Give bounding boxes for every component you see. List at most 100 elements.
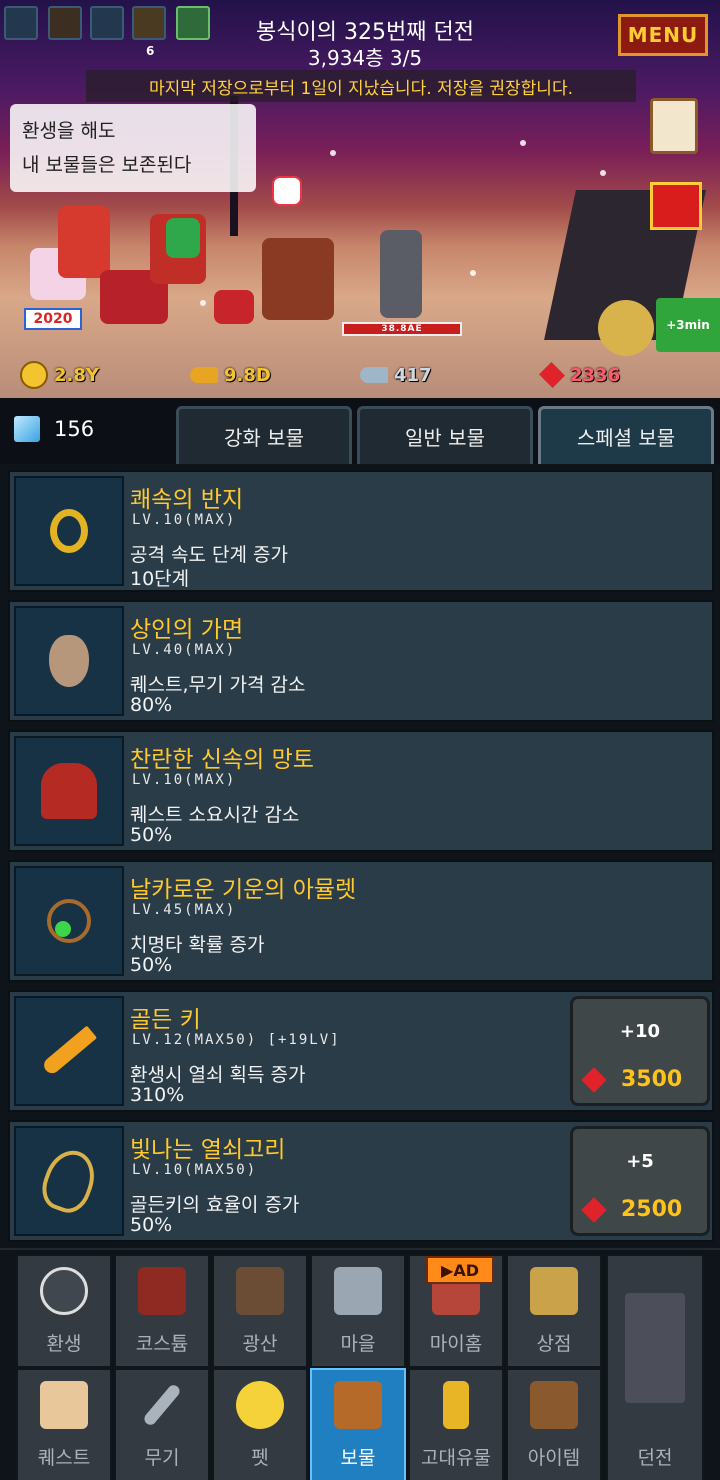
nav-label: 퀘스트 [37,1447,91,1469]
nav-shop[interactable]: 상점 [506,1254,602,1368]
ruby-icon [538,361,566,389]
nav-label: 던전 [637,1447,673,1469]
time-bonus-button[interactable]: +3min [656,298,720,352]
nav-treasure[interactable]: 보물 [310,1368,406,1480]
ruby-currency: 2336 [538,360,621,390]
offline-reward-icon[interactable] [598,300,654,356]
nav-village[interactable]: 마을 [310,1254,406,1368]
treasure-level: LV.12(MAX50) [+19LV] [132,1032,341,1048]
nav-label: 고대유물 [421,1447,491,1469]
treasure-effect: 치명타 확률 증가 [130,934,265,956]
treasure-level: LV.10(MAX50) [132,1162,258,1178]
upgrade-cost-value: 3500 [621,1067,683,1092]
treasure-list: 쾌속의 반지 LV.10(MAX) 공격 속도 단계 증가 10단계 상인의 가… [0,464,720,1248]
boot-icon[interactable] [90,6,124,40]
upgrade-cost-value: 2500 [621,1197,683,1222]
menu-button[interactable]: MENU [618,14,708,56]
scroll-icon[interactable] [48,6,82,40]
dungeon-tower-icon [625,1293,685,1403]
silver-key-amount: 417 [394,364,432,386]
treasure-card[interactable]: 골든 키 LV.12(MAX50) [+19LV] 환생시 열쇠 획득 증가 3… [8,990,714,1112]
treasure-value: 10단계 [130,568,190,590]
weapon-bundle-icon[interactable] [132,6,166,40]
nav-label: 펫 [251,1447,269,1469]
sword-icon [141,1382,183,1428]
parrot-pet-icon [214,290,254,324]
nav-weapon[interactable]: 무기 [114,1368,210,1480]
nav-ancient-relic[interactable]: 고대유물 [408,1368,504,1480]
chick-icon [236,1381,284,1429]
ruby-amount: 2336 [570,364,621,386]
gold-key-currency: 9.8D [190,360,271,390]
nav-rebirth[interactable]: 환생 [16,1254,112,1368]
gold-coin-icon [20,361,48,389]
reindeer-hero-icon [262,238,334,320]
nav-label: 아이템 [527,1447,581,1469]
crossed-swords-icon[interactable] [4,6,38,40]
nav-quest[interactable]: 퀘스트 [16,1368,112,1480]
upgrade-amount: +10 [619,1021,661,1042]
treasure-value: 310% [130,1084,185,1106]
nav-mine[interactable]: 광산 [212,1254,308,1368]
frog-pet-icon [166,218,200,258]
year-badge: 2020 [24,308,82,330]
keyring-icon [35,1143,103,1219]
upgrade-button[interactable]: +5 2500 [570,1126,710,1236]
treasure-level: LV.40(MAX) [132,642,237,658]
amulet-icon [47,899,91,943]
treasure-card[interactable]: 빛나는 열쇠고리 LV.10(MAX50) 골든키의 효율이 증가 50% +5… [8,1120,714,1242]
speech-bubble: 환생을 해도 내 보물들은 보존된다 [10,104,256,192]
treasure-card[interactable]: 찬란한 신속의 망토 LV.10(MAX) 퀘스트 소요시간 감소 50% [8,730,714,852]
treasure-card[interactable]: 날카로운 기운의 아뮬렛 LV.45(MAX) 치명타 확률 증가 50% [8,860,714,982]
tab-special-treasure[interactable]: 스페셜 보물 [538,406,714,464]
nav-item[interactable]: 아이템 [506,1368,602,1480]
floating-gem-icon [272,176,302,206]
upgrade-cost: 3500 [581,1066,707,1093]
speech-line: 환생을 해도 [22,120,116,142]
treasure-name: 쾌속의 반지 [130,487,244,513]
treasure-thumb [14,606,124,716]
upgrade-button[interactable]: +10 3500 [570,996,710,1106]
ruby-icon [581,1066,607,1093]
nav-label: 환생 [46,1333,82,1355]
upgrade-cost: 2500 [581,1196,707,1223]
treasure-thumb [14,1126,124,1236]
gold-amount: 2.8Y [54,364,99,386]
treasure-value: 50% [130,824,173,846]
treasure-name: 찬란한 신속의 망토 [130,747,314,773]
treasure-thumb [14,866,124,976]
treasure-effect: 공격 속도 단계 증가 [130,544,288,566]
building-icon [334,1267,382,1315]
nav-pet[interactable]: 펫 [212,1368,308,1480]
ad-label: AD [453,1260,479,1280]
mask-icon [49,635,89,687]
shop-box-icon [530,1267,578,1315]
gift-box-icon[interactable] [650,182,702,230]
treasure-thumb [14,996,124,1106]
treasure-level: LV.45(MAX) [132,902,237,918]
nav-label: 보물 [340,1447,376,1469]
ad-badge[interactable]: ▶ AD [426,1256,494,1284]
treasure-card[interactable]: 쾌속의 반지 LV.10(MAX) 공격 속도 단계 증가 10단계 [8,470,714,592]
ankh-icon [443,1381,469,1429]
treasure-card[interactable]: 상인의 가면 LV.40(MAX) 퀘스트,무기 가격 감소 80% [8,600,714,722]
treasure-value: 50% [130,954,173,976]
snowflake [600,170,606,176]
treasure-value: 80% [130,694,173,716]
treasure-level: LV.10(MAX) [132,512,237,528]
nav-dungeon[interactable]: 던전 [606,1254,704,1480]
snowflake [520,140,526,146]
clipboard-icon[interactable] [650,98,698,154]
tab-normal-treasure[interactable]: 일반 보물 [357,406,533,464]
golden-key-icon [40,1025,98,1077]
nav-costume[interactable]: 코스튬 [114,1254,210,1368]
ghost-enemy-icon [380,230,422,318]
santa-hero-icon [58,206,110,278]
treasure-effect: 퀘스트 소요시간 감소 [130,804,300,826]
gem-count: 156 [54,417,95,441]
snowflake [470,270,476,276]
tab-enhance-treasure[interactable]: 강화 보물 [176,406,352,464]
item-bag-icon [530,1381,578,1429]
costume-mask-icon [138,1267,186,1315]
ring-icon [50,509,88,553]
